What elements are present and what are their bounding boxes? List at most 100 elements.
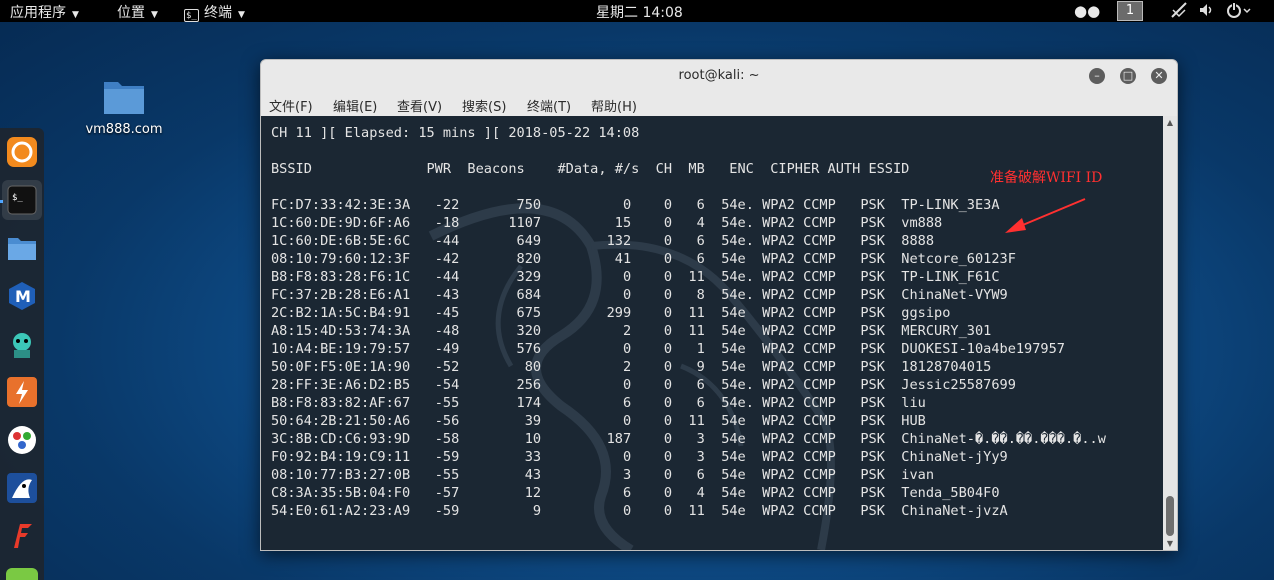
cell-mb: 54e. [721, 377, 754, 393]
status-line: CH 11 ][ Elapsed: 15 mins ][ 2018-05-22 … [271, 125, 640, 141]
cell-per-s: 0 [631, 269, 673, 285]
cell-beacons: 820 [467, 251, 542, 267]
cell-cipher: CCMP [803, 215, 853, 231]
cell-beacons: 1107 [467, 215, 542, 231]
cell-essid: 18128704015 [901, 359, 992, 375]
cell-enc: WPA2 [762, 359, 795, 375]
people-icon[interactable]: ●● [1074, 2, 1100, 20]
faraday-icon[interactable] [6, 424, 38, 456]
cell-ch: 9 [672, 359, 705, 375]
beef-icon[interactable] [6, 472, 38, 504]
cell-data: 41 [541, 251, 632, 267]
cell-cipher: CCMP [803, 233, 853, 249]
cell-pwr: -55 [418, 395, 460, 411]
cell-cipher: CCMP [803, 485, 853, 501]
cell-per-s: 0 [631, 323, 673, 339]
dock: $_ M [0, 128, 44, 580]
table-header: BSSID PWR Beacons #Data, #/s CH MB ENC C… [271, 161, 910, 177]
cell-pwr: -43 [418, 287, 460, 303]
leafpad-icon[interactable] [6, 520, 38, 552]
cell-pwr: -59 [418, 503, 460, 519]
cell-bssid: 08:10:77:B3:27:0B [271, 467, 411, 483]
cell-per-s: 0 [631, 287, 673, 303]
cell-enc: WPA2 [762, 503, 795, 519]
cell-enc: WPA2 [762, 413, 795, 429]
window-titlebar[interactable]: root@kali: ~ – □ ✕ [261, 60, 1177, 92]
cell-essid: TP-LINK_F61C [901, 269, 1000, 285]
workspace-indicator[interactable]: 1 [1117, 1, 1143, 21]
terminal-app-label: 终端 [204, 5, 232, 21]
cell-cipher: CCMP [803, 251, 853, 267]
cell-essid: ggsipo [901, 305, 951, 321]
cell-pwr: -18 [418, 215, 460, 231]
clock[interactable]: 星期二 14:08 [596, 2, 683, 22]
window-menubar: 文件(F) 编辑(E) 查看(V) 搜索(S) 终端(T) 帮助(H) [261, 92, 1177, 116]
firefox-icon[interactable] [6, 136, 38, 168]
cell-cipher: CCMP [803, 377, 853, 393]
power-icon[interactable] [1226, 2, 1252, 22]
menu-search[interactable]: 搜索(S) [462, 96, 506, 115]
maximize-icon[interactable]: □ [1120, 68, 1136, 84]
cell-mb: 54e [721, 449, 754, 465]
scrollbar[interactable]: ▲ ▼ [1163, 116, 1177, 550]
cell-enc: WPA2 [762, 233, 795, 249]
cell-enc: WPA2 [762, 215, 795, 231]
cell-ch: 3 [672, 449, 705, 465]
places-menu[interactable]: 位置 ▼ [117, 2, 158, 22]
cell-auth: PSK [860, 287, 894, 303]
cell-beacons: 675 [467, 305, 542, 321]
menu-edit[interactable]: 编辑(E) [333, 96, 377, 115]
menu-terminal[interactable]: 终端(T) [527, 96, 571, 115]
cell-bssid: 50:64:2B:21:50:A6 [271, 413, 411, 429]
applications-menu[interactable]: 应用程序 ▼ [10, 2, 79, 22]
cell-enc: WPA2 [762, 341, 795, 357]
menu-file[interactable]: 文件(F) [269, 96, 313, 115]
minimize-icon[interactable]: – [1089, 68, 1105, 84]
table-row: F0:92:B4:19:C9:11 -59 33 0 0 3 54e WPA2 … [271, 449, 1008, 465]
cell-cipher: CCMP [803, 287, 853, 303]
cell-mb: 54e [721, 359, 754, 375]
menu-help[interactable]: 帮助(H) [591, 96, 637, 115]
cell-beacons: 750 [467, 197, 542, 213]
table-row: 2C:B2:1A:5C:B4:91 -45 675 299 0 11 54e W… [271, 305, 950, 321]
cell-pwr: -59 [418, 449, 460, 465]
volume-icon[interactable] [1199, 2, 1215, 22]
desktop-folder[interactable]: vm888.com [82, 76, 166, 137]
cell-cipher: CCMP [803, 197, 853, 213]
cell-data: 15 [541, 215, 632, 231]
cell-enc: WPA2 [762, 197, 795, 213]
network-icon[interactable] [1170, 2, 1188, 22]
cell-essid: 8888 [901, 233, 935, 249]
cell-data: 2 [541, 323, 632, 339]
cell-cipher: CCMP [803, 395, 853, 411]
armitage-icon[interactable] [6, 328, 38, 360]
cell-auth: PSK [860, 413, 894, 429]
show-apps-icon[interactable] [6, 568, 38, 580]
cell-data: 6 [541, 395, 632, 411]
cell-auth: PSK [860, 305, 894, 321]
table-row: A8:15:4D:53:74:3A -48 320 2 0 11 54e WPA… [271, 323, 991, 339]
cell-pwr: -22 [418, 197, 460, 213]
terminal-app-menu[interactable]: $_ 终端 ▼ [184, 2, 245, 22]
cell-bssid: 1C:60:DE:9D:6F:A6 [271, 215, 411, 231]
files-icon[interactable] [6, 232, 38, 264]
cell-data: 0 [541, 377, 632, 393]
cell-mb: 54e [721, 251, 754, 267]
cell-beacons: 39 [467, 413, 542, 429]
cell-essid: Jessic25587699 [901, 377, 1016, 393]
cell-data: 6 [541, 485, 632, 501]
cell-pwr: -56 [418, 413, 460, 429]
menu-view[interactable]: 查看(V) [397, 96, 442, 115]
scroll-up-icon[interactable]: ▲ [1163, 118, 1177, 127]
terminal-icon[interactable]: $_ [2, 180, 42, 220]
scroll-down-icon[interactable]: ▼ [1163, 539, 1177, 548]
burpsuite-icon[interactable] [6, 376, 38, 408]
cell-per-s: 0 [631, 359, 673, 375]
scrollbar-thumb[interactable] [1166, 496, 1174, 536]
cell-mb: 54e. [721, 395, 754, 411]
maltego-icon[interactable]: M [6, 280, 38, 312]
cell-per-s: 0 [631, 305, 673, 321]
cell-bssid: 08:10:79:60:12:3F [271, 251, 411, 267]
table-row: 08:10:77:B3:27:0B -55 43 3 0 6 54e WPA2 … [271, 467, 934, 483]
close-icon[interactable]: ✕ [1151, 68, 1167, 84]
